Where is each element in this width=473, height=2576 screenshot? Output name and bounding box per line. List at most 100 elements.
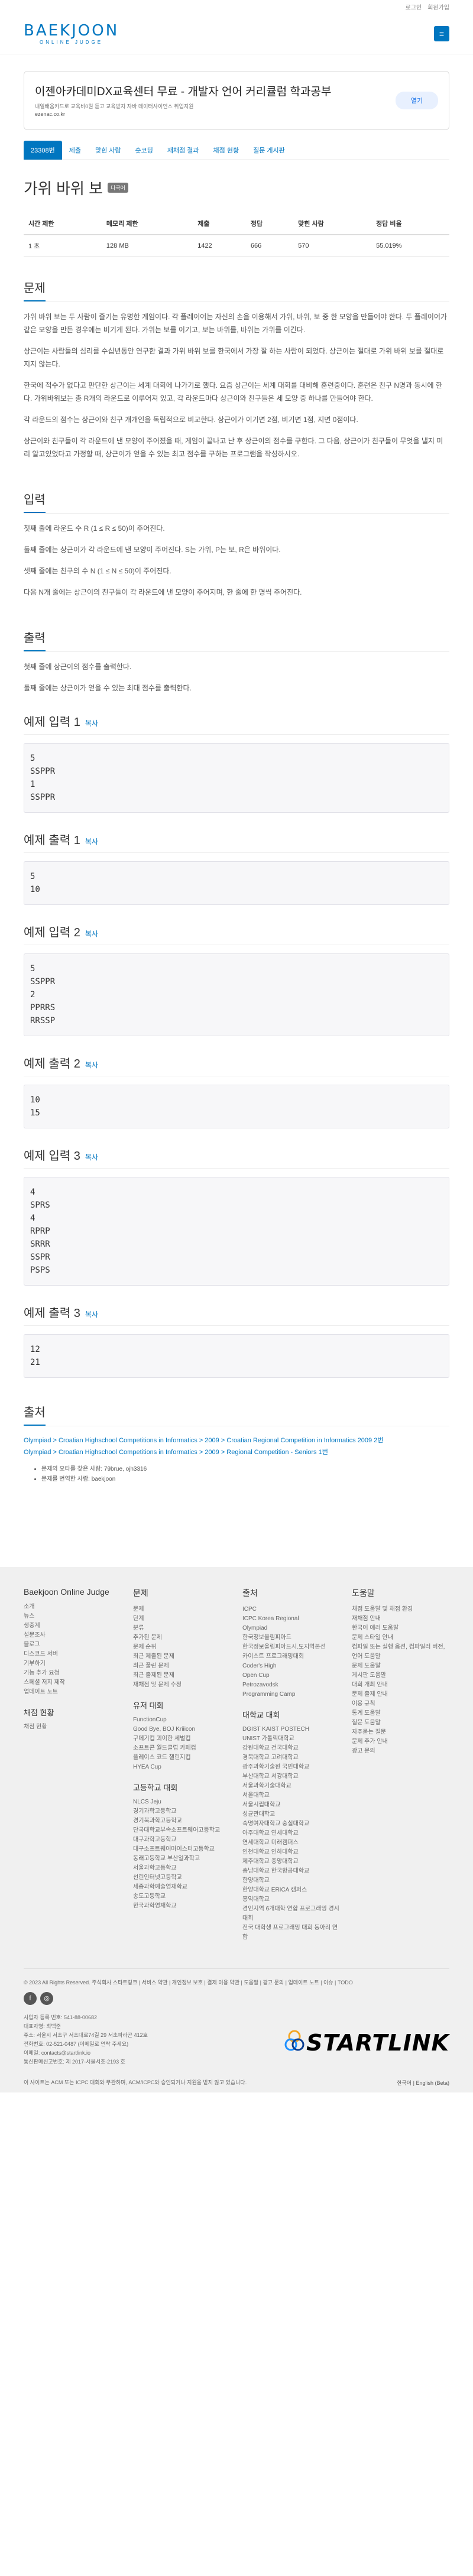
footer-link[interactable]: 소개	[24, 1602, 121, 1612]
source-line-1[interactable]: Olympiad > Croatian Highschool Competiti…	[24, 1435, 449, 1446]
footer-link[interactable]: 추가된 문제	[133, 1633, 231, 1643]
footer-link[interactable]: 문제 추가 안내	[352, 1737, 449, 1747]
footer-link[interactable]: 동래고등학교 부산일과학고	[133, 1854, 231, 1864]
footer-link[interactable]: HYEA Cup	[133, 1763, 231, 1772]
copy-button[interactable]: 복사	[85, 1060, 98, 1070]
copy-button[interactable]: 복사	[85, 836, 98, 846]
footer-link[interactable]: 전국 대학생 프로그래밍 대회 동아리 연합	[242, 1923, 340, 1942]
tab-0[interactable]: 23308번	[24, 141, 62, 160]
footer-link[interactable]: 경북대학교 고려대학교	[242, 1753, 340, 1763]
footer-link[interactable]: 한양대학교 ERICA 캠퍼스	[242, 1886, 340, 1895]
footer-link[interactable]: 인천대학교 인하대학교	[242, 1848, 340, 1857]
footer-link[interactable]: 채점 현황	[24, 1722, 121, 1732]
footer-link[interactable]: 문제 스타일 안내	[352, 1633, 449, 1643]
footer-link[interactable]: Olympiad	[242, 1624, 340, 1633]
footer-link[interactable]: 한국정보올림피아드시.도지역본선	[242, 1643, 340, 1652]
footer-link[interactable]: 홍익대학교	[242, 1895, 340, 1905]
footer-link[interactable]: 대회 개최 안내	[352, 1680, 449, 1690]
footer-link[interactable]: 충남대학교 한국항공대학교	[242, 1867, 340, 1876]
footer-link[interactable]: 서울과학고등학교	[133, 1864, 231, 1873]
footer-links[interactable]: © 2023 All Rights Reserved. 주식회사 스타트링크 |…	[24, 1978, 449, 1987]
footer-link[interactable]: 재채점 안내	[352, 1614, 449, 1624]
footer-link[interactable]: FunctionCup	[133, 1715, 231, 1725]
advertisement[interactable]: 이젠아카데미DX교육센터 무료 - 개발자 언어 커리큘럼 학과공부 내일배움카…	[24, 71, 449, 130]
tab-2[interactable]: 맞힌 사람	[88, 141, 128, 160]
footer-link[interactable]: 송도고등학교	[133, 1892, 231, 1902]
footer-link[interactable]: UNIST 가톨릭대학교	[242, 1734, 340, 1744]
tab-3[interactable]: 숏코딩	[128, 141, 160, 160]
footer-link[interactable]: 기능 추가 요청	[24, 1669, 121, 1678]
footer-link[interactable]: 최근 출제된 문제	[133, 1671, 231, 1680]
footer-link[interactable]: 설문조사	[24, 1631, 121, 1640]
footer-link[interactable]: 기부하기	[24, 1659, 121, 1669]
footer-link[interactable]: Open Cup	[242, 1671, 340, 1680]
footer-link[interactable]: Petrozavodsk	[242, 1680, 340, 1690]
login-link[interactable]: 로그인	[406, 2, 422, 11]
footer-link[interactable]: 부산대학교 서강대학교	[242, 1772, 340, 1782]
ad-title[interactable]: 이젠아카데미DX교육센터 무료 - 개발자 언어 커리큘럼 학과공부	[35, 85, 342, 100]
footer-link[interactable]: 구데기컵 괴이한 세벌컵	[133, 1734, 231, 1744]
ad-open-button[interactable]: 열기	[395, 92, 438, 109]
footer-link[interactable]: 단계	[133, 1614, 231, 1624]
tab-4[interactable]: 재채점 결과	[160, 141, 206, 160]
copy-button[interactable]: 복사	[85, 718, 98, 728]
footer-link[interactable]: 서울시립대학교	[242, 1800, 340, 1810]
footer-link[interactable]: 연세대학교 미래캠퍼스	[242, 1838, 340, 1848]
tab-5[interactable]: 채점 현황	[206, 141, 247, 160]
tab-1[interactable]: 제출	[62, 141, 88, 160]
language-switch[interactable]: 한국어 | English (Beta)	[397, 2079, 449, 2088]
blog-icon[interactable]: ◎	[40, 1992, 53, 2005]
footer-link[interactable]: 대구과학고등학교	[133, 1835, 231, 1845]
footer-link[interactable]: 이용 규칙	[352, 1699, 449, 1709]
footer-link[interactable]: 한국어 애러 도움말	[352, 1624, 449, 1633]
footer-link[interactable]: 경기북과학고등학교	[133, 1816, 231, 1826]
footer-link[interactable]: 게시판 도움말	[352, 1671, 449, 1680]
footer-link[interactable]: NLCS Jeju	[133, 1798, 231, 1807]
footer-link[interactable]: 카이스트 프로그래밍대회	[242, 1652, 340, 1662]
footer-link[interactable]: 광주과학기술원 국민대학교	[242, 1763, 340, 1772]
language-tag[interactable]: 다국어	[108, 183, 128, 193]
menu-toggle-button[interactable]: ≡	[434, 25, 449, 41]
footer-link[interactable]: 통계 도움말	[352, 1709, 449, 1718]
footer-link[interactable]: 경기과학고등학교	[133, 1807, 231, 1816]
footer-link[interactable]: 소프트콘 월드클럽 카페컵	[133, 1744, 231, 1753]
footer-link[interactable]: 최근 제출된 문제	[133, 1652, 231, 1662]
footer-link[interactable]: 채점 도움말 및 채점 환경	[352, 1605, 449, 1614]
footer-link[interactable]: 재채점 및 문제 수정	[133, 1680, 231, 1690]
footer-link[interactable]: 질문 도움말	[352, 1718, 449, 1728]
footer-link[interactable]: 문제	[133, 1605, 231, 1614]
copy-button[interactable]: 복사	[85, 1152, 98, 1162]
footer-link[interactable]: 한국정보올림피아드	[242, 1633, 340, 1643]
footer-link[interactable]: 문제 순위	[133, 1643, 231, 1652]
footer-link[interactable]: 분류	[133, 1624, 231, 1633]
site-logo[interactable]: BAEKJOON ONLINE JUDGE	[24, 22, 119, 45]
footer-link[interactable]: 생중계	[24, 1621, 121, 1631]
facebook-icon[interactable]: f	[24, 1992, 37, 2005]
footer-link[interactable]: 서울대학교	[242, 1791, 340, 1800]
footer-link[interactable]: 최근 풀린 문제	[133, 1662, 231, 1671]
footer-link[interactable]: 스페셜 저지 제작	[24, 1678, 121, 1688]
footer-link[interactable]: DGIST KAIST POSTECH	[242, 1725, 340, 1734]
footer-link[interactable]: 한양대학교	[242, 1876, 340, 1886]
signup-link[interactable]: 회원가입	[427, 2, 449, 11]
footer-link[interactable]: Programming Camp	[242, 1690, 340, 1699]
footer-link[interactable]: ICPC	[242, 1605, 340, 1614]
footer-link[interactable]: 서울과학기술대학교	[242, 1782, 340, 1791]
footer-link[interactable]: 세종과학예술영재학교	[133, 1883, 231, 1892]
footer-link[interactable]: 블로그	[24, 1640, 121, 1650]
footer-link[interactable]: 컴파일 또는 실행 옵션, 컴파일러 버전, 언어 도움말	[352, 1643, 449, 1662]
tab-6[interactable]: 질문 게시판	[246, 141, 292, 160]
footer-link[interactable]: 제주대학교 중앙대학교	[242, 1857, 340, 1867]
footer-link[interactable]: Good Bye, BOJ Kriiicon	[133, 1725, 231, 1734]
footer-link[interactable]: 문제 도움말	[352, 1662, 449, 1671]
copy-button[interactable]: 복사	[85, 1309, 98, 1319]
footer-link[interactable]: 단국대학교부속소프트웨어고등학교	[133, 1826, 231, 1835]
footer-link[interactable]: 경인지역 6개대학 연합 프로그래밍 경시대회	[242, 1905, 340, 1923]
copy-button[interactable]: 복사	[85, 929, 98, 939]
footer-link[interactable]: Coder's High	[242, 1662, 340, 1671]
footer-link[interactable]: 강원대학교 건국대학교	[242, 1744, 340, 1753]
footer-link[interactable]: 광고 문의	[352, 1747, 449, 1756]
source-line-2[interactable]: Olympiad > Croatian Highschool Competiti…	[24, 1446, 449, 1458]
footer-link[interactable]: 자주묻는 질문	[352, 1728, 449, 1737]
startlink-logo[interactable]: STARTLINK	[283, 2028, 449, 2058]
